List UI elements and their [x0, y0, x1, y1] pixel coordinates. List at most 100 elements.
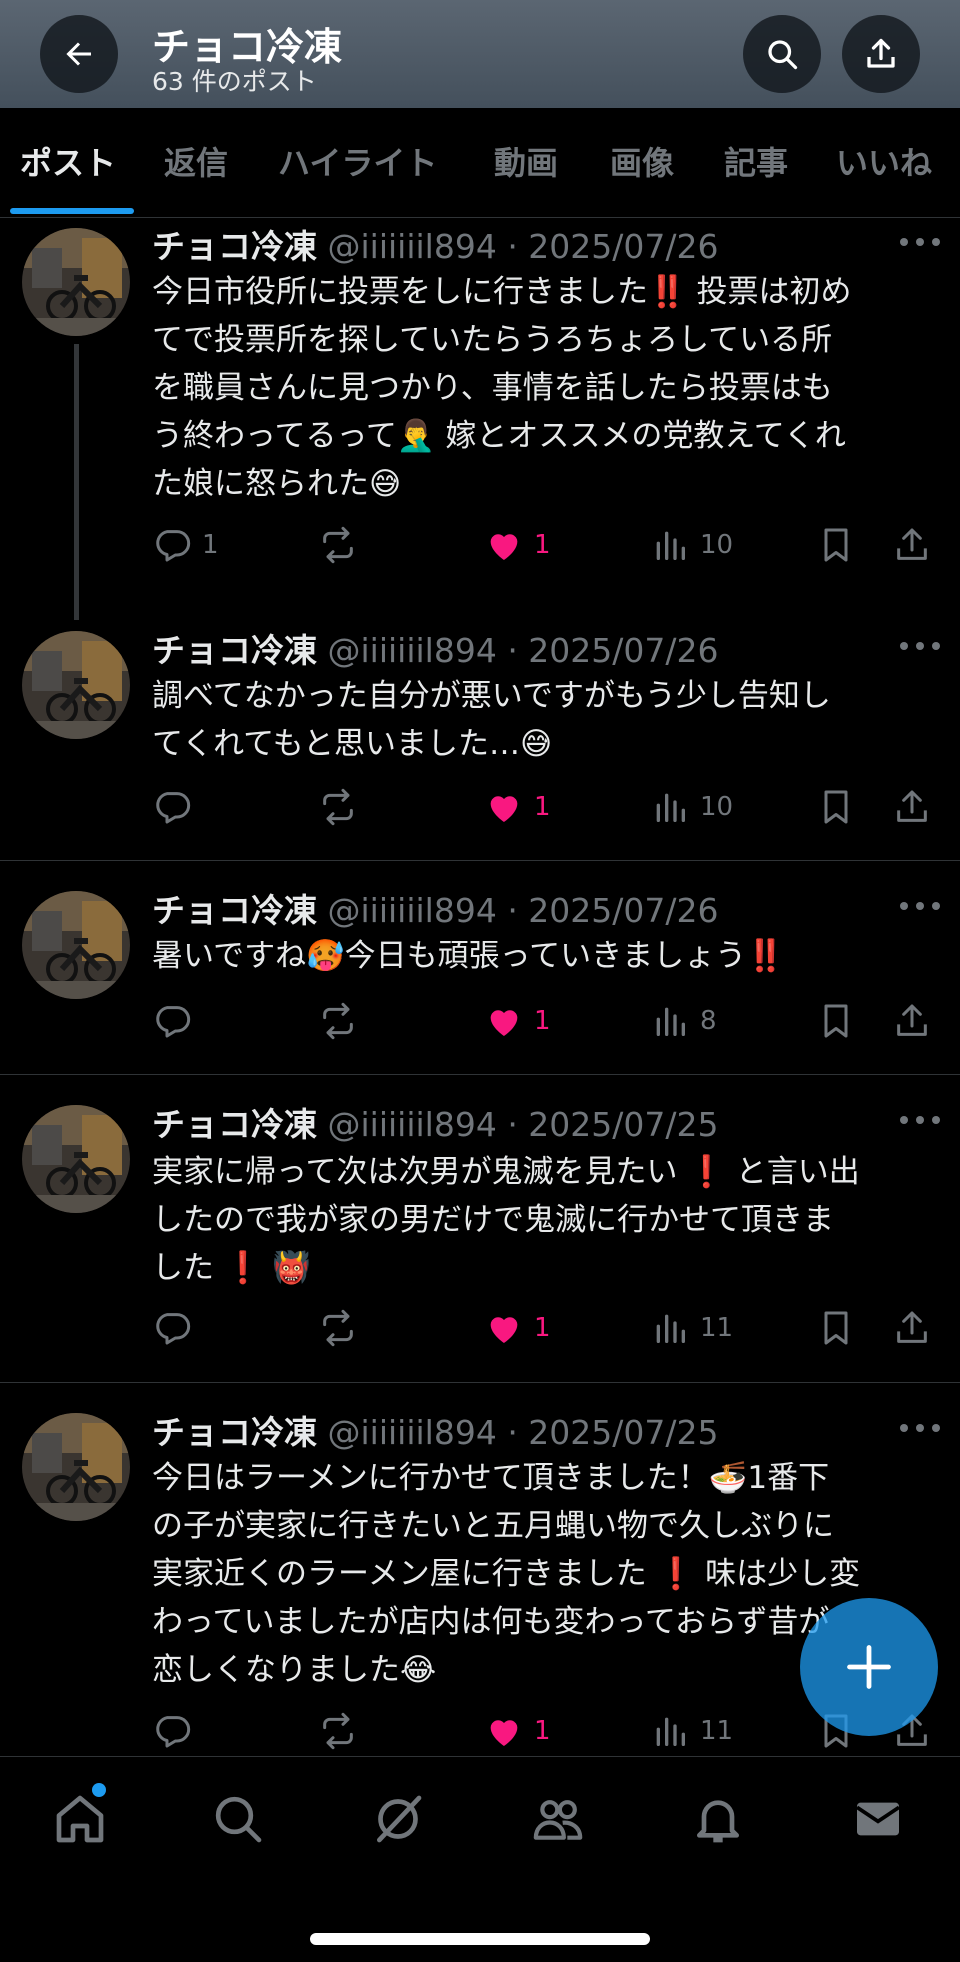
views-button[interactable]: 10 [650, 782, 733, 832]
view-count: 10 [700, 530, 734, 560]
bookmark-button[interactable] [816, 996, 856, 1046]
share-icon [897, 528, 927, 560]
like-count: 1 [534, 1716, 551, 1746]
author-name[interactable]: チョコ冷凍 [152, 227, 317, 266]
like-icon [490, 1010, 518, 1036]
author-name[interactable]: チョコ冷凍 [152, 1105, 317, 1144]
author-name[interactable]: チョコ冷凍 [152, 631, 317, 670]
more-options-button[interactable] [900, 232, 940, 252]
repost-icon [323, 526, 353, 564]
dot-icon [900, 902, 908, 910]
nav-notifications[interactable] [688, 1789, 748, 1849]
post-divider [0, 1074, 960, 1075]
tab-posts[interactable]: ポスト [20, 138, 116, 184]
dot-icon [916, 1424, 924, 1432]
nav-grok[interactable] [368, 1789, 428, 1849]
post-header: チョコ冷凍 @iiiiiiil894 · 2025/07/26 [152, 624, 719, 672]
view-count: 8 [700, 1006, 717, 1036]
repost-button[interactable] [318, 520, 358, 570]
avatar[interactable] [22, 1105, 130, 1213]
repost-button[interactable] [318, 1706, 358, 1756]
tab-videos[interactable]: 動画 [494, 138, 558, 184]
like-icon [490, 1720, 518, 1746]
repost-button[interactable] [318, 782, 358, 832]
tab-images[interactable]: 画像 [610, 138, 674, 184]
share-button[interactable] [892, 1303, 932, 1353]
bookmark-button[interactable] [816, 520, 856, 570]
post-divider [0, 1382, 960, 1383]
nav-home[interactable] [50, 1789, 110, 1849]
tab-replies[interactable]: 返信 [164, 138, 228, 184]
author-handle-date[interactable]: @iiiiiiil894 · 2025/07/26 [328, 891, 719, 930]
post-text: 今日市役所に投票をしに行きました‼️ 投票は初め てで投票所を探していたらうろち… [152, 274, 852, 502]
profile-header: チョコ冷凍 63 件のポスト [0, 0, 960, 108]
more-options-button[interactable] [900, 1418, 940, 1438]
reply-icon [156, 530, 191, 562]
reply-count: 1 [202, 530, 219, 560]
author-name[interactable]: チョコ冷凍 [152, 891, 317, 930]
avatar[interactable] [22, 631, 130, 739]
bookmark-button[interactable] [816, 1303, 856, 1353]
bookmark-icon [824, 1004, 848, 1038]
dot-icon [900, 238, 908, 246]
reply-button[interactable] [152, 782, 192, 832]
like-button[interactable]: 1 [484, 520, 551, 570]
nav-messages[interactable] [848, 1789, 908, 1849]
author-handle-date[interactable]: @iiiiiiil894 · 2025/07/26 [328, 227, 719, 266]
dot-icon [900, 642, 908, 650]
reply-button[interactable] [152, 1303, 192, 1353]
notification-dot [92, 1783, 106, 1797]
share-button[interactable] [892, 520, 932, 570]
tab-highlights[interactable]: ハイライト [278, 138, 437, 184]
tab-articles[interactable]: 記事 [724, 138, 788, 184]
author-name[interactable]: チョコ冷凍 [152, 1413, 317, 1452]
more-options-button[interactable] [900, 896, 940, 916]
nav-communities[interactable] [528, 1789, 588, 1849]
like-button[interactable]: 1 [484, 782, 551, 832]
view-count: 11 [700, 1716, 734, 1746]
arrow-left-icon [66, 42, 91, 66]
post-header: チョコ冷凍 @iiiiiiil894 · 2025/07/25 [152, 1098, 719, 1146]
share-button[interactable] [892, 996, 932, 1046]
repost-button[interactable] [318, 996, 358, 1046]
author-handle-date[interactable]: @iiiiiiil894 · 2025/07/25 [328, 1105, 719, 1144]
avatar[interactable] [22, 228, 130, 336]
more-options-button[interactable] [900, 636, 940, 656]
home-icon [56, 1795, 104, 1843]
dot-icon [916, 1116, 924, 1124]
views-button[interactable]: 10 [650, 520, 733, 570]
reply-icon [156, 1006, 191, 1038]
communities-icon [533, 1800, 583, 1840]
bookmark-button[interactable] [816, 782, 856, 832]
like-button[interactable]: 1 [484, 996, 551, 1046]
like-count: 1 [534, 530, 551, 560]
views-button[interactable]: 8 [650, 996, 717, 1046]
search-button[interactable] [743, 15, 821, 93]
nav-search[interactable] [208, 1789, 268, 1849]
post-count: 63 件のポスト [152, 67, 317, 96]
dot-icon [916, 902, 924, 910]
like-button[interactable]: 1 [484, 1303, 551, 1353]
author-handle-date[interactable]: @iiiiiiil894 · 2025/07/25 [328, 1413, 719, 1452]
back-button[interactable] [40, 15, 118, 93]
share-icon [897, 1004, 927, 1036]
compose-button[interactable] [800, 1598, 938, 1736]
views-icon [656, 531, 685, 560]
home-indicator [310, 1933, 650, 1945]
repost-button[interactable] [318, 1303, 358, 1353]
like-button[interactable]: 1 [484, 1706, 551, 1756]
share-button[interactable] [892, 782, 932, 832]
views-button[interactable]: 11 [650, 1706, 733, 1756]
reply-button[interactable] [152, 1706, 192, 1756]
more-options-button[interactable] [900, 1110, 940, 1130]
reply-button[interactable] [152, 996, 192, 1046]
tab-likes[interactable]: いいね [836, 138, 932, 184]
repost-icon [323, 1712, 353, 1750]
author-handle-date[interactable]: @iiiiiiil894 · 2025/07/26 [328, 631, 719, 670]
plus-icon [847, 1645, 891, 1689]
avatar[interactable] [22, 891, 130, 999]
avatar[interactable] [22, 1413, 130, 1521]
views-button[interactable]: 11 [650, 1303, 733, 1353]
share-profile-button[interactable] [842, 15, 920, 93]
reply-button[interactable]: 1 [152, 520, 219, 570]
